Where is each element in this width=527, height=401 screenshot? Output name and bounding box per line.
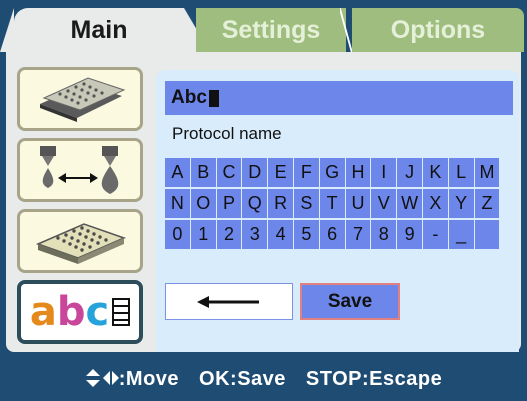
left-arrow-icon [197, 295, 259, 308]
key[interactable]: 3 [242, 220, 268, 249]
key[interactable]: S [293, 189, 319, 218]
key-space[interactable] [474, 220, 500, 249]
document-icon [112, 298, 131, 326]
tab-main[interactable]: Main [0, 8, 210, 52]
key[interactable]: L [448, 158, 474, 187]
key[interactable]: W [397, 189, 422, 218]
key[interactable]: D [242, 158, 268, 187]
key[interactable]: T [319, 189, 345, 218]
key[interactable]: 4 [268, 220, 293, 249]
key[interactable]: B [190, 158, 216, 187]
keyboard-row-digits: 0 1 2 3 4 5 6 7 8 9 - _ [165, 220, 513, 249]
key[interactable]: K [422, 158, 448, 187]
key[interactable]: - [422, 220, 448, 249]
on-screen-keyboard: A B C D E F G H I J K L M N O P Q R S T … [165, 158, 513, 251]
keyboard-row-letters-2: N O P Q R S T U V W X Y Z [165, 189, 513, 218]
key[interactable]: O [190, 189, 216, 218]
key[interactable]: X [422, 189, 448, 218]
tab-bar: Main Settings Options [0, 0, 527, 52]
save-button[interactable]: Save [300, 283, 400, 320]
key[interactable]: 7 [345, 220, 371, 249]
key[interactable]: 8 [371, 220, 397, 249]
key[interactable]: A [165, 158, 190, 187]
directional-arrows-icon [85, 368, 119, 387]
name-button[interactable]: abc [17, 280, 143, 344]
key[interactable]: J [397, 158, 422, 187]
action-row: Save [165, 283, 400, 320]
key[interactable]: 2 [216, 220, 242, 249]
key[interactable]: P [216, 189, 242, 218]
key[interactable]: 0 [165, 220, 190, 249]
microplate-button[interactable] [17, 209, 143, 273]
microplate-stack-button[interactable] [17, 67, 143, 131]
key[interactable]: U [345, 189, 371, 218]
key[interactable]: H [345, 158, 371, 187]
key[interactable]: Y [448, 189, 474, 218]
key[interactable]: 1 [190, 220, 216, 249]
key[interactable]: 5 [293, 220, 319, 249]
move-hint: :Move [85, 368, 179, 391]
keyboard-row-letters-1: A B C D E F G H I J K L M [165, 158, 513, 187]
tab-options-label: Options [390, 15, 486, 44]
key[interactable]: Z [474, 189, 500, 218]
key[interactable]: E [268, 158, 293, 187]
key[interactable]: _ [448, 220, 474, 249]
dispense-nozzle-icon [40, 146, 119, 194]
tab-settings-label: Settings [221, 15, 321, 44]
dispense-button[interactable] [17, 138, 143, 202]
tab-settings[interactable]: Settings [196, 8, 352, 52]
stop-hint: STOP:Escape [305, 367, 443, 390]
key[interactable]: M [474, 158, 500, 187]
key[interactable]: F [293, 158, 319, 187]
ok-hint: OK:Save [199, 367, 286, 390]
protocol-name-value: Abc [171, 87, 207, 108]
protocol-name-label: Protocol name [172, 124, 282, 143]
key[interactable]: I [371, 158, 397, 187]
text-cursor [208, 89, 219, 107]
key[interactable]: 6 [319, 220, 345, 249]
key-hints-footer: :Move OK:Save STOP:Escape [0, 357, 527, 401]
microplate-icon [35, 223, 127, 264]
abc-name-icon: abc [29, 289, 110, 335]
key[interactable]: V [371, 189, 397, 218]
key[interactable]: C [216, 158, 242, 187]
protocol-name-input[interactable]: Abc [165, 81, 513, 115]
move-hint-label: :Move [118, 367, 180, 390]
backspace-button[interactable] [165, 283, 293, 320]
key[interactable]: G [319, 158, 345, 187]
key[interactable]: Q [242, 189, 268, 218]
tab-main-label: Main [70, 15, 128, 44]
key[interactable]: N [165, 189, 190, 218]
tab-options[interactable]: Options [352, 8, 524, 52]
key[interactable]: 9 [397, 220, 422, 249]
microplate-stack-icon [40, 77, 126, 122]
key[interactable]: R [268, 189, 293, 218]
